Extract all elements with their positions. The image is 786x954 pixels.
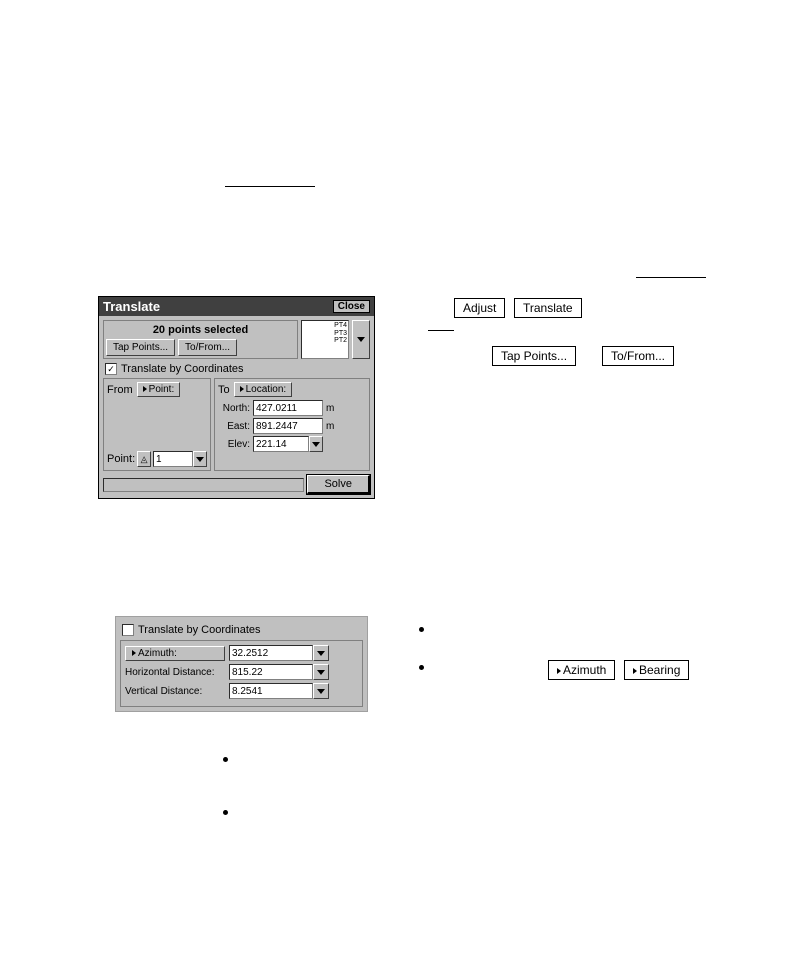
hdist-dropdown[interactable]	[313, 664, 329, 680]
selection-count: 20 points selected	[106, 323, 295, 337]
checkbox-icon: ✓	[105, 363, 117, 375]
doc-bearing-label: Bearing	[639, 663, 680, 677]
to-panel: To Location: North: m East: m Elev:	[214, 378, 370, 471]
translate-mode-panel: Translate by Coordinates Azimuth: Horizo…	[115, 616, 368, 712]
east-unit: m	[326, 421, 334, 432]
titlebar: Translate Close	[99, 297, 374, 316]
point-input[interactable]	[153, 451, 193, 467]
selection-row: 20 points selected Tap Points... To/From…	[103, 320, 370, 359]
translate-dialog: Translate Close 20 points selected Tap P…	[98, 296, 375, 499]
vdist-input[interactable]	[229, 683, 313, 699]
doc-adjust-button: Adjust	[454, 298, 505, 318]
triangle-right-icon	[240, 386, 244, 392]
from-panel: From Point: Point: ◬	[103, 378, 211, 471]
chevron-down-icon	[317, 651, 325, 656]
triangle-right-icon	[633, 668, 637, 674]
chevron-down-icon	[312, 442, 320, 447]
bullet-icon	[419, 627, 424, 632]
decoration-underline	[225, 186, 315, 187]
decoration-underline	[428, 330, 454, 331]
point-combo[interactable]	[153, 451, 207, 467]
translate-by-coords-check-row[interactable]: ✓ Translate by Coordinates	[105, 363, 370, 375]
elev-combo[interactable]	[253, 436, 323, 452]
progress-bar	[103, 478, 304, 492]
azimuth-mode-button[interactable]: Azimuth:	[125, 646, 225, 661]
chevron-down-icon	[317, 670, 325, 675]
doc-to-from-button: To/From...	[602, 346, 674, 366]
azimuth-panel: Azimuth: Horizontal Distance: Vertical D…	[120, 640, 363, 707]
hdist-input[interactable]	[229, 664, 313, 680]
doc-translate-button: Translate	[514, 298, 582, 318]
from-point-button[interactable]: Point:	[137, 382, 181, 397]
east-label: East:	[218, 421, 250, 432]
point-label: Point:	[107, 453, 135, 465]
triangle-right-icon	[143, 386, 147, 392]
elev-input[interactable]	[253, 436, 309, 452]
close-button[interactable]: Close	[333, 300, 370, 313]
triangle-right-icon	[132, 650, 136, 656]
dialog-body: 20 points selected Tap Points... To/From…	[99, 316, 374, 498]
checkbox-icon	[122, 624, 134, 636]
vdist-combo[interactable]	[229, 683, 358, 699]
chevron-down-icon	[357, 337, 365, 342]
preview-dropdown[interactable]	[352, 320, 370, 359]
dialog-title: Translate	[103, 299, 160, 314]
north-input[interactable]	[253, 400, 323, 416]
bullet-icon	[419, 665, 424, 670]
decoration-underline	[636, 277, 706, 278]
from-point-button-label: Point:	[149, 384, 175, 395]
azimuth-dropdown[interactable]	[313, 645, 329, 661]
azimuth-combo[interactable]	[229, 645, 358, 661]
chevron-down-icon	[317, 689, 325, 694]
to-location-button[interactable]: Location:	[234, 382, 293, 397]
point-dropdown[interactable]	[193, 451, 207, 467]
bullet-icon	[223, 810, 228, 815]
azimuth-mode-label: Azimuth:	[138, 648, 177, 659]
point-picker-icon[interactable]: ◬	[137, 451, 151, 467]
preview-line: PT4	[303, 322, 347, 330]
doc-tap-points-button: Tap Points...	[492, 346, 576, 366]
to-location-button-label: Location:	[246, 384, 287, 395]
north-unit: m	[326, 403, 334, 414]
translate-by-coords-label-2: Translate by Coordinates	[138, 624, 261, 636]
east-input[interactable]	[253, 418, 323, 434]
elev-label: Elev:	[218, 439, 250, 450]
to-from-button[interactable]: To/From...	[178, 339, 237, 356]
hdist-combo[interactable]	[229, 664, 358, 680]
hdist-label: Horizontal Distance:	[125, 667, 225, 678]
to-label: To	[218, 384, 230, 396]
doc-bearing-button: Bearing	[624, 660, 689, 680]
vdist-dropdown[interactable]	[313, 683, 329, 699]
triangle-right-icon	[557, 668, 561, 674]
points-preview[interactable]: PT4 PT3 PT2	[301, 320, 349, 359]
from-label: From	[107, 384, 133, 396]
preview-line: PT2	[303, 337, 347, 345]
tap-points-button[interactable]: Tap Points...	[106, 339, 175, 356]
azimuth-input[interactable]	[229, 645, 313, 661]
chevron-down-icon	[196, 457, 204, 462]
translate-by-coords-label: Translate by Coordinates	[121, 363, 244, 375]
selection-box: 20 points selected Tap Points... To/From…	[103, 320, 298, 359]
elev-dropdown[interactable]	[309, 436, 323, 452]
north-label: North:	[218, 403, 250, 414]
translate-by-coords-check-row-2[interactable]: Translate by Coordinates	[122, 624, 363, 636]
doc-azimuth-button: Azimuth	[548, 660, 615, 680]
solve-button[interactable]: Solve	[307, 475, 370, 494]
vdist-label: Vertical Distance:	[125, 686, 225, 697]
bullet-icon	[223, 757, 228, 762]
doc-azimuth-label: Azimuth	[563, 663, 606, 677]
preview-line: PT3	[303, 330, 347, 338]
